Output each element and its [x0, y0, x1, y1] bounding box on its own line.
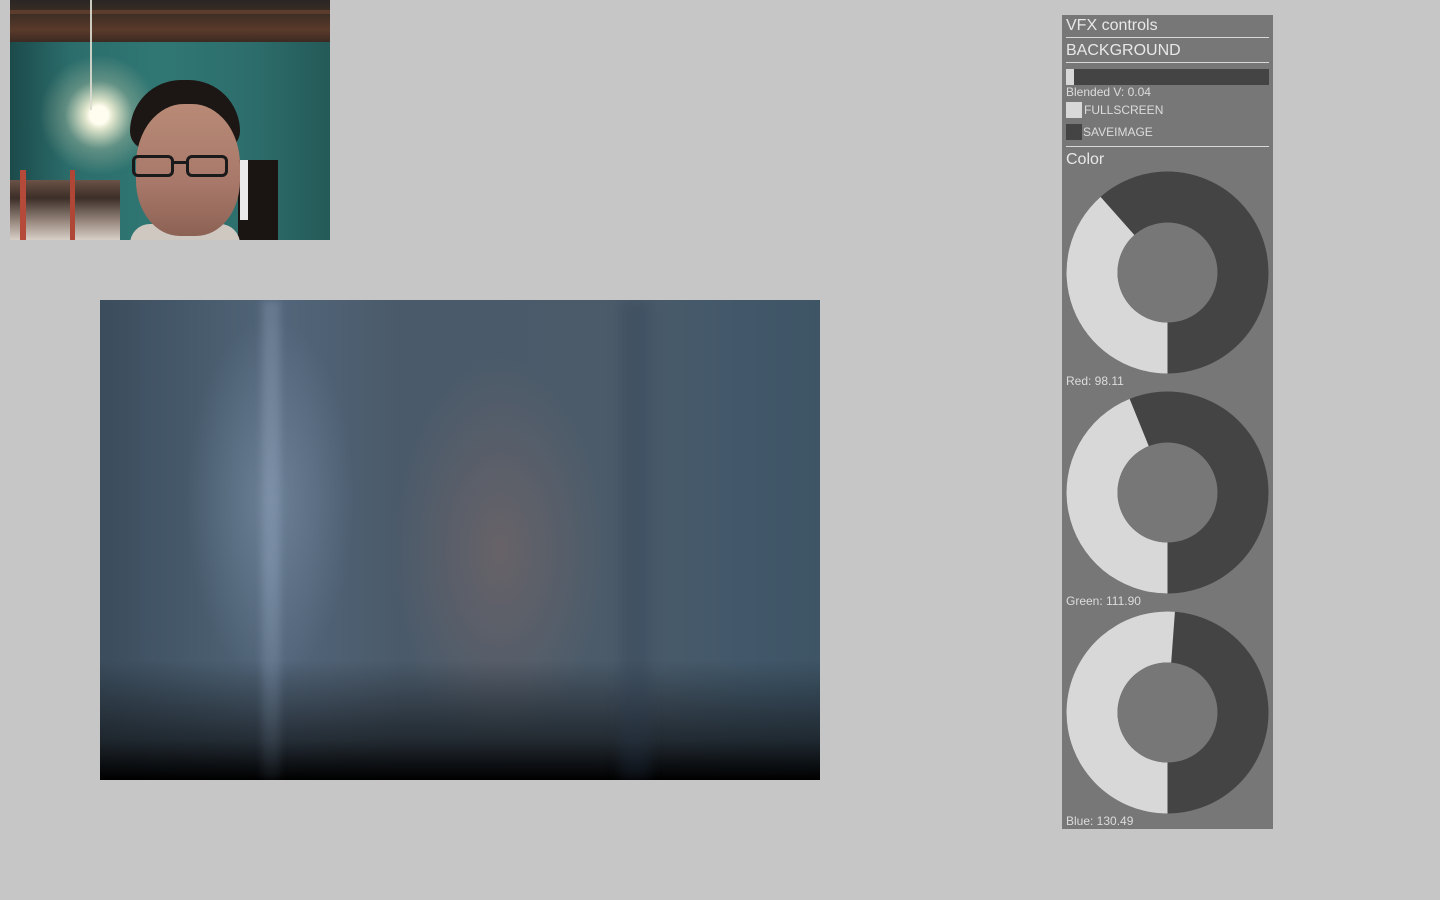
- fullscreen-label: FULLSCREEN: [1084, 103, 1164, 117]
- blue-knob-hub: [1117, 662, 1218, 763]
- webcam-ceiling: [10, 0, 330, 42]
- section-background-title: BACKGROUND: [1066, 42, 1181, 59]
- webcam-shelf-post: [70, 170, 75, 240]
- section-color-title: Color: [1066, 151, 1105, 168]
- webcam-beam: [10, 10, 330, 14]
- separator: [1066, 37, 1269, 38]
- blended-slider[interactable]: [1066, 69, 1269, 85]
- green-knob-hub: [1117, 442, 1218, 543]
- red-value-label: Red: 98.11: [1066, 374, 1124, 388]
- saveimage-toggle[interactable]: [1066, 124, 1082, 140]
- green-knob[interactable]: [1066, 391, 1269, 594]
- red-knob[interactable]: [1066, 171, 1269, 374]
- webcam-preview: [10, 0, 330, 240]
- saveimage-label: SAVEIMAGE: [1083, 125, 1153, 139]
- vfx-controls-panel: VFX controls BACKGROUND Blended V: 0.04 …: [1062, 15, 1273, 829]
- blended-value-label: Blended V: 0.04: [1066, 85, 1151, 99]
- output-shadow-band: [620, 300, 650, 780]
- red-knob-hub: [1117, 222, 1218, 323]
- green-value-label: Green: 111.90: [1066, 594, 1141, 608]
- webcam-shelf: [10, 180, 120, 240]
- webcam-glasses: [126, 155, 234, 183]
- panel-title: VFX controls: [1066, 17, 1158, 34]
- fullscreen-toggle[interactable]: [1066, 102, 1082, 118]
- blended-output-view: [100, 300, 820, 780]
- blended-slider-fill: [1066, 69, 1075, 85]
- blue-knob[interactable]: [1066, 611, 1269, 814]
- webcam-lamp-cord: [90, 0, 92, 110]
- separator: [1066, 62, 1269, 63]
- separator: [1066, 146, 1269, 147]
- webcam-shelf-post: [20, 170, 26, 240]
- output-light-streak: [262, 300, 280, 780]
- webcam-earphone: [240, 160, 248, 220]
- blue-value-label: Blue: 130.49: [1066, 814, 1134, 828]
